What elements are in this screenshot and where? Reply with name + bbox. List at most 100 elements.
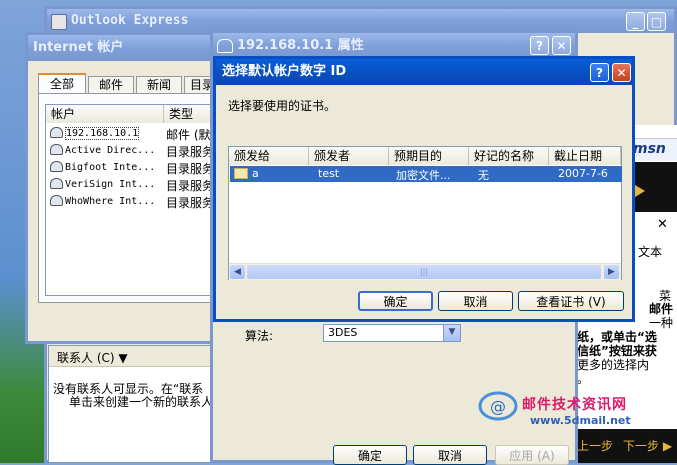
properties-close-button[interactable]: ✕ [552,36,571,55]
tab-all-label: 全部 [49,77,74,91]
cert-ok-label: 确定 [383,294,408,309]
msn-logo: msn [633,141,666,157]
cert-list-hscrollbar[interactable]: ◀ ||| ▶ [229,263,621,280]
account-row[interactable]: WhoWhere Int... 目录服务 [50,193,224,210]
cert-ok-button[interactable]: 确定 [358,291,433,311]
account-name: Bigfoot Inte... [65,162,156,173]
cert-friendly: 无 [478,169,489,182]
tab-news-label: 新闻 [146,78,171,92]
algorithm-value: 3DES [328,326,358,339]
accounts-window: Internet 帐户 全部 邮件 新闻 目录 帐户 类型 192.168.10… [25,32,225,344]
prev-link[interactable]: 上一步 [577,437,613,454]
properties-apply-button[interactable]: 应用 (A) [495,445,569,465]
cert-prompt: 选择要使用的证书。 [228,99,337,113]
tab-all[interactable]: 全部 [38,73,86,94]
next-link[interactable]: 下一步 ▶ [623,437,672,454]
cert-cancel-button[interactable]: 取消 [438,291,513,311]
watermark-text-cn: 邮件技术资讯网 [522,397,627,413]
cert-expiry: 2007-7-6 [558,167,608,180]
col-issued-to[interactable]: 颁发给 [229,147,309,165]
tab-mail[interactable]: 邮件 [88,76,134,94]
properties-ok-label: 确定 [357,448,382,463]
col-expiry[interactable]: 截止日期 [549,147,621,165]
algorithm-label: 算法: [245,329,274,343]
account-type: 邮件 (默 [166,128,211,142]
watermark-envelope-icon: @ [478,391,518,421]
account-name: WhoWhere Int... [65,196,156,207]
account-row[interactable]: VeriSign Int... 目录服务 [50,176,224,193]
col-friendly-name[interactable]: 好记的名称 [469,147,549,165]
cert-cancel-label: 取消 [463,294,488,309]
col-account-label: 帐户 [51,107,76,121]
col-issuer[interactable]: 颁发者 [309,147,389,165]
accounts-list[interactable]: 帐户 类型 192.168.10.1 邮件 (默 Active Direc...… [45,104,224,296]
account-name: Active Direc... [65,145,156,156]
account-type: 目录服务 [166,196,215,210]
account-name: 192.168.10.1 [65,127,140,140]
cert-issuer: test [318,167,340,180]
contacts-empty-line2: 单击来创建一个新的联系人 [69,395,214,409]
oe-maximize-button[interactable]: □ [647,12,666,31]
col-purpose-label: 预期目的 [394,149,443,163]
account-type: 目录服务 [166,145,215,159]
oe-app-icon [51,14,67,30]
select-cert-dialog: 选择默认帐户数字 ID ? ✕ 选择要使用的证书。 颁发给 颁发者 预期目的 好… [213,56,635,322]
col-purpose[interactable]: 预期目的 [389,147,469,165]
scroll-right-button[interactable]: ▶ [604,265,619,279]
account-row[interactable]: 192.168.10.1 邮件 (默 [50,125,224,142]
account-name: VeriSign Int... [65,179,156,190]
properties-apply-label: 应用 (A) [509,448,555,463]
nav-bar: 上一步 下一步 ▶ [575,429,677,463]
directory-icon [50,161,63,172]
cert-dialog-titlebar[interactable]: 选择默认帐户数字 ID [216,59,632,85]
oe-title: Outlook Express [71,13,189,28]
accounts-title: Internet 帐户 [33,40,124,55]
properties-ok-button[interactable]: 确定 [333,445,407,465]
cert-dialog-help-button[interactable]: ? [590,63,609,82]
cert-issued-to: a [252,167,259,180]
tab-mail-label: 邮件 [98,78,123,92]
col-type-label: 类型 [169,107,194,121]
col-issuer-label: 颁发者 [314,149,351,163]
cert-list[interactable]: 颁发给 颁发者 预期目的 好记的名称 截止日期 a test 加密文件... 无… [228,146,622,280]
tab-news[interactable]: 新闻 [136,76,182,94]
directory-icon [50,195,63,206]
col-account[interactable]: 帐户 [46,105,164,123]
col-issued-to-label: 颁发给 [234,149,271,163]
cert-purpose: 加密文件... [396,169,451,182]
properties-cancel-button[interactable]: 取消 [413,445,487,465]
properties-help-button[interactable]: ? [530,36,549,55]
oe-minimize-button[interactable]: _ [626,12,645,31]
directory-icon [50,178,63,189]
contacts-header-label: 联系人 (C) ▼ [57,351,128,365]
account-type: 目录服务 [166,162,215,176]
account-icon [50,127,63,138]
svg-text:@: @ [490,397,506,416]
col-friendly-name-label: 好记的名称 [474,149,535,163]
contacts-pane: 联系人 (C) ▼ 没有联系人可显示。在“联系 单击来创建一个新的联系人 [48,345,218,463]
arrow-icon [635,185,645,197]
account-type: 目录服务 [166,179,215,193]
account-row[interactable]: Active Direc... 目录服务 [50,142,224,159]
contacts-header[interactable]: 联系人 (C) ▼ [49,346,217,367]
scroll-thumb[interactable]: ||| [247,265,601,279]
properties-cancel-label: 取消 [437,448,462,463]
cert-dialog-title: 选择默认帐户数字 ID [222,64,347,79]
cert-dialog-close-button[interactable]: ✕ [612,63,631,82]
properties-account-icon [217,39,233,53]
scroll-left-button[interactable]: ◀ [230,265,245,279]
close-x[interactable]: ✕ [657,217,668,232]
directory-icon [50,144,63,155]
right-text-frag: 文本 [638,245,663,259]
col-expiry-label: 截止日期 [554,149,603,163]
chevron-down-icon[interactable]: ▼ [443,325,460,341]
watermark-url: www.5dmail.net [530,414,631,427]
view-cert-button[interactable]: 查看证书 (V) [518,291,624,311]
certificate-icon [234,168,248,179]
accounts-tab-panel: 帐户 类型 192.168.10.1 邮件 (默 Active Direc...… [38,93,224,303]
algorithm-select[interactable]: 3DES ▼ [323,324,461,342]
accounts-titlebar[interactable]: Internet 帐户 [28,35,222,61]
site-watermark: @ 邮件技术资讯网 www.5dmail.net [478,384,674,430]
account-row[interactable]: Bigfoot Inte... 目录服务 [50,159,224,176]
cert-row[interactable]: a test 加密文件... 无 2007-7-6 [230,166,622,182]
